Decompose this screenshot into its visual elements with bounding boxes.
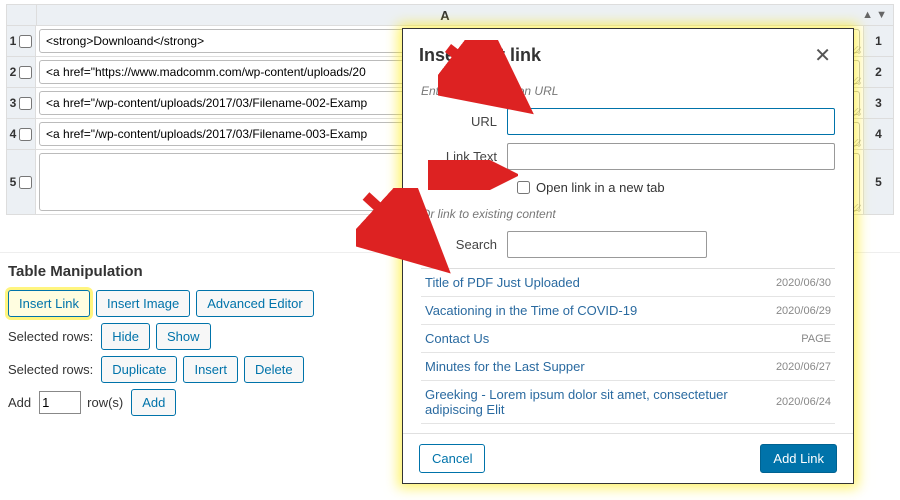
add-label: Add: [8, 395, 31, 410]
result-meta: 2020/06/29: [776, 305, 831, 317]
row-number: 1: [10, 34, 17, 48]
resize-handle-icon[interactable]: [853, 77, 861, 85]
row-tail-3: 3: [864, 88, 894, 119]
resize-handle-icon[interactable]: [853, 108, 861, 116]
linktext-input[interactable]: [507, 143, 835, 170]
result-title: Contact Us: [425, 331, 489, 346]
search-input[interactable]: [507, 231, 707, 258]
search-results[interactable]: Title of PDF Just Uploaded2020/06/30 Vac…: [421, 268, 835, 431]
sort-arrows-icon[interactable]: ▲ ▼: [853, 9, 893, 21]
row-header-1[interactable]: 1: [6, 26, 36, 57]
resize-handle-icon[interactable]: [853, 46, 861, 54]
modal-body: Enter the destination URL URL Link Text …: [403, 74, 853, 433]
result-item[interactable]: Minutes for the Last Supper 2020/06/27: [421, 353, 835, 381]
search-row: Search: [421, 231, 835, 258]
row-select-checkbox[interactable]: [19, 176, 32, 189]
modal-footer: Cancel Add Link: [403, 433, 853, 483]
hide-button[interactable]: Hide: [101, 323, 150, 350]
url-input[interactable]: [507, 108, 835, 135]
annotation-arrow-icon: [356, 188, 456, 278]
result-meta: 2020/06/30: [776, 277, 831, 289]
cancel-button[interactable]: Cancel: [419, 444, 485, 473]
result-item[interactable]: Contact Us PAGE: [421, 325, 835, 353]
add-count-input[interactable]: [39, 391, 81, 414]
row-select-checkbox[interactable]: [19, 66, 32, 79]
row-number: 5: [10, 175, 17, 189]
result-title: Minutes for the Last Supper: [425, 359, 585, 374]
resize-handle-icon[interactable]: [853, 204, 861, 212]
column-header-row: A ▲ ▼: [6, 4, 894, 26]
column-label-A[interactable]: A: [37, 6, 853, 25]
newtab-row: Open link in a new tab: [517, 180, 835, 195]
show-button[interactable]: Show: [156, 323, 211, 350]
row-tail-1: 1: [864, 26, 894, 57]
newtab-label: Open link in a new tab: [536, 180, 665, 195]
resize-handle-icon[interactable]: [853, 139, 861, 147]
row-tail-5: 5: [864, 150, 894, 215]
row-select-checkbox[interactable]: [19, 35, 32, 48]
add-link-button[interactable]: Add Link: [760, 444, 837, 473]
result-title: Aboot Our Services: [425, 430, 538, 431]
hint-existing: Or link to existing content: [421, 207, 835, 221]
result-item[interactable]: Vacationing in the Time of COVID-19 2020/…: [421, 297, 835, 325]
row-select-checkbox[interactable]: [19, 97, 32, 110]
row-tail-2: 2: [864, 57, 894, 88]
row-header-2[interactable]: 2: [6, 57, 36, 88]
insert-button[interactable]: Insert: [183, 356, 238, 383]
corner-cell: [7, 5, 37, 25]
row-header-3[interactable]: 3: [6, 88, 36, 119]
row-header-5[interactable]: 5: [6, 150, 36, 215]
selected-rows-label: Selected rows:: [8, 329, 93, 344]
row-tail-4: 4: [864, 119, 894, 150]
advanced-editor-button[interactable]: Advanced Editor: [196, 290, 313, 317]
selected-rows-label: Selected rows:: [8, 362, 93, 377]
rows-label: row(s): [87, 395, 123, 410]
result-item[interactable]: Title of PDF Just Uploaded2020/06/30: [421, 269, 835, 297]
result-item[interactable]: Aboot Our ServicesPAGE: [421, 424, 835, 431]
newtab-checkbox[interactable]: [517, 181, 530, 194]
insert-image-button[interactable]: Insert Image: [96, 290, 190, 317]
result-item[interactable]: Greeking - Lorem ipsum dolor sit amet, c…: [421, 381, 835, 424]
result-meta: PAGE: [801, 333, 831, 345]
close-icon[interactable]: ✕: [808, 41, 837, 70]
delete-button[interactable]: Delete: [244, 356, 304, 383]
row-number: 2: [10, 65, 17, 79]
row-select-checkbox[interactable]: [19, 128, 32, 141]
annotation-arrow-icon: [438, 40, 538, 120]
row-header-4[interactable]: 4: [6, 119, 36, 150]
row-number: 3: [10, 96, 17, 110]
duplicate-button[interactable]: Duplicate: [101, 356, 177, 383]
result-meta: 2020/06/24: [776, 396, 831, 408]
result-title: Vacationing in the Time of COVID-19: [425, 303, 637, 318]
insert-link-button[interactable]: Insert Link: [8, 290, 90, 317]
result-title: Greeking - Lorem ipsum dolor sit amet, c…: [425, 387, 776, 417]
add-rows-button[interactable]: Add: [131, 389, 176, 416]
row-number: 4: [10, 127, 17, 141]
result-meta: 2020/06/27: [776, 361, 831, 373]
annotation-arrow-icon: [428, 160, 518, 190]
